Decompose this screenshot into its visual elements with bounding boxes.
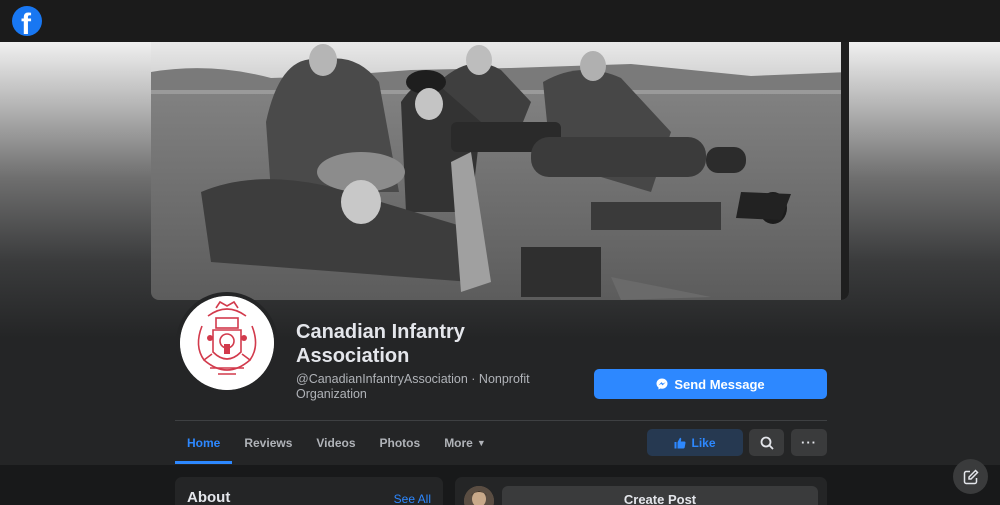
divider bbox=[175, 420, 827, 421]
tab-photos[interactable]: Photos bbox=[368, 422, 433, 464]
create-post-button[interactable]: Create Post bbox=[502, 486, 818, 505]
page-title: Canadian Infantry Association bbox=[296, 321, 465, 367]
tab-label: Photos bbox=[379, 436, 421, 450]
tab-label: Reviews bbox=[244, 436, 293, 450]
about-card: About See All bbox=[175, 477, 443, 505]
about-title: About bbox=[187, 489, 231, 505]
search-icon bbox=[760, 436, 774, 450]
messenger-icon bbox=[656, 378, 668, 390]
user-avatar-icon bbox=[464, 486, 494, 505]
logo-letter: f bbox=[21, 8, 31, 36]
regimental-crest-icon bbox=[180, 296, 274, 390]
tab-more[interactable]: More ▼ bbox=[432, 422, 498, 464]
thumbs-up-icon bbox=[674, 437, 686, 448]
search-button[interactable] bbox=[749, 429, 784, 456]
tab-videos[interactable]: Videos bbox=[304, 422, 367, 464]
more-dots-icon: ··· bbox=[801, 435, 817, 450]
send-message-label: Send Message bbox=[674, 376, 765, 392]
page-handle: @CanadianInfantryAssociation · Nonprofit… bbox=[296, 372, 530, 401]
like-button[interactable]: Like bbox=[647, 429, 743, 456]
tab-label: More bbox=[444, 436, 473, 450]
tab-label: Videos bbox=[316, 436, 356, 450]
profile-picture[interactable] bbox=[176, 292, 278, 394]
tab-reviews[interactable]: Reviews bbox=[232, 422, 304, 464]
compose-message-button[interactable] bbox=[953, 459, 988, 494]
cover-photo[interactable] bbox=[151, 42, 849, 300]
tab-label: Home bbox=[187, 436, 221, 450]
send-message-button[interactable]: Send Message bbox=[594, 369, 827, 399]
create-post-card: Create Post bbox=[455, 477, 827, 505]
like-label: Like bbox=[691, 435, 716, 450]
page-tabs: Home Reviews Videos Photos More ▼ bbox=[175, 422, 498, 464]
cover-photo-image bbox=[151, 42, 849, 300]
facebook-logo-icon[interactable]: f bbox=[12, 6, 42, 36]
caret-down-icon: ▼ bbox=[476, 438, 486, 448]
top-bar: f bbox=[0, 0, 1000, 42]
more-options-button[interactable]: ··· bbox=[791, 429, 827, 456]
see-all-link[interactable]: See All bbox=[394, 492, 431, 505]
avatar[interactable] bbox=[464, 486, 494, 505]
compose-icon bbox=[963, 468, 979, 484]
tab-home[interactable]: Home bbox=[175, 422, 233, 464]
